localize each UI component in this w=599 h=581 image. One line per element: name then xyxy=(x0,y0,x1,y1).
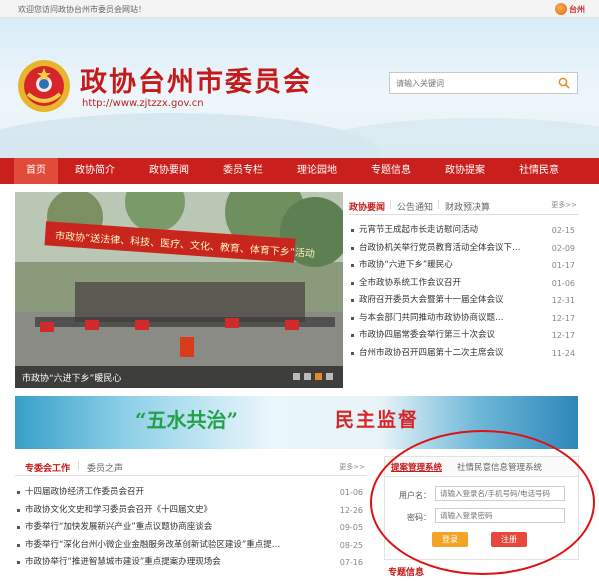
list-item[interactable]: 市政协“六进下乡”暖民心 01-17 xyxy=(349,257,579,275)
list-item[interactable]: 市政协文化文史和学习委员会召开《十四届文史》 12-26 xyxy=(15,502,367,520)
list-item[interactable]: 市政协举行“推进智慧城市建设”重点提案办理现场会 07-16 xyxy=(15,554,367,572)
search-icon[interactable] xyxy=(558,77,570,89)
nav-item-public-opinion[interactable]: 社情民意 xyxy=(502,158,576,184)
topic-info-tab[interactable]: 专题信息 xyxy=(388,565,424,578)
welcome-text: 欢迎您访问政协台州市委员会网站！ xyxy=(18,5,146,14)
news-date: 12-17 xyxy=(551,331,575,340)
nav-item-news[interactable]: 政协要闻 xyxy=(132,158,206,184)
nav-item-intro[interactable]: 政协简介 xyxy=(58,158,132,184)
news-box: 政协要闻 | 公告通知 | 财政预决算 更多>> 元宵节王成起市长走访慰问活动 0… xyxy=(349,192,579,388)
list-item[interactable]: 政府召开委员大会暨第十一届全体会议 12-31 xyxy=(349,292,579,310)
site-url[interactable]: http://www.zjtzzx.gov.cn xyxy=(82,98,204,109)
cppcc-emblem-icon xyxy=(18,60,70,112)
site-title: 政协台州市委员会 xyxy=(80,67,312,98)
news-tabs: 政协要闻 | 公告通知 | 财政预决算 xyxy=(349,197,579,215)
tab-separator: | xyxy=(437,200,441,210)
work-date: 08-25 xyxy=(339,540,363,550)
list-item[interactable]: 十四届政协经济工作委员会召开 01-06 xyxy=(15,484,367,502)
list-item[interactable]: 全市政协系统工作会议召开 01-06 xyxy=(349,275,579,293)
main-nav: 首页 政协简介 政协要闻 委员专栏 理论园地 专题信息 政协提案 社情民意 xyxy=(0,158,599,184)
event-photo: 市政协“送法律、科技、医疗、文化、教育、体育下乡”活动 xyxy=(15,192,343,388)
news-date: 02-09 xyxy=(551,243,575,253)
work-title[interactable]: 市委举行“深化台州小微企业金融服务改革创新试验区建设”重点提… xyxy=(25,540,280,550)
tab-announcements[interactable]: 公告通知 xyxy=(397,200,433,213)
news-date: 01-06 xyxy=(551,278,575,288)
news-title[interactable]: 台州市政协召开四届第十二次主席会议 xyxy=(359,348,504,358)
logo-dot-icon xyxy=(555,3,567,15)
news-date: 01-17 xyxy=(551,261,575,270)
news-date: 02-15 xyxy=(551,226,575,235)
small-logo-text: 台州 xyxy=(569,5,585,14)
work-title[interactable]: 市政协举行“推进智慧城市建设”重点提案办理现场会 xyxy=(25,557,221,567)
red-highlight-circle xyxy=(370,430,595,575)
work-title[interactable]: 十四届政协经济工作委员会召开 xyxy=(25,487,144,497)
work-date: 12-26 xyxy=(339,505,363,515)
photo-caption-bar: 市政协“六进下乡”暖民心 xyxy=(15,366,343,388)
news-title[interactable]: 市政协“六进下乡”暖民心 xyxy=(359,260,453,270)
tab-budget[interactable]: 财政预决算 xyxy=(445,200,490,213)
photo-slider[interactable]: 市政协“送法律、科技、医疗、文化、教育、体育下乡”活动 市政协“六进下乡”暖民心 xyxy=(15,192,343,388)
list-item[interactable]: 台政协机关举行党员教育活动全体会议下… 02-09 xyxy=(349,240,579,258)
nav-item-proposals[interactable]: 政协提案 xyxy=(428,158,502,184)
tab-member-voice[interactable]: 委员之声 xyxy=(87,461,123,474)
list-item[interactable]: 市委举行“深化台州小微企业金融服务改革创新试验区建设”重点提… 08-25 xyxy=(15,537,367,555)
list-item[interactable]: 市委举行“加快发展新兴产业”重点议题协商座谈会 09-05 xyxy=(15,519,367,537)
work-tabs: 专委会工作 | 委员之声 xyxy=(15,458,367,476)
list-item[interactable]: 台州市政协召开四届第十二次主席会议 11-24 xyxy=(349,345,579,363)
nav-item-members[interactable]: 委员专栏 xyxy=(206,158,280,184)
slider-dot[interactable] xyxy=(293,373,300,380)
news-list: 元宵节王成起市长走访慰问活动 02-15 台政协机关举行党员教育活动全体会议下… 0… xyxy=(349,222,579,362)
news-title[interactable]: 政府召开委员大会暨第十一届全体会议 xyxy=(359,295,504,305)
work-more-link[interactable]: 更多>> xyxy=(339,462,365,472)
news-more-link[interactable]: 更多>> xyxy=(551,200,577,210)
header-hill-decoration xyxy=(300,118,599,158)
news-date: 12-31 xyxy=(551,296,575,305)
news-title[interactable]: 市政协四届常委会举行第三十次会议 xyxy=(359,330,495,340)
work-date: 07-16 xyxy=(339,558,363,567)
list-item[interactable]: 元宵节王成起市长走访慰问活动 02-15 xyxy=(349,222,579,240)
site-header: 政协台州市委员会 http://www.zjtzzx.gov.cn xyxy=(0,18,599,158)
slider-dot[interactable] xyxy=(326,373,333,380)
news-title[interactable]: 元宵节王成起市长走访慰问活动 xyxy=(359,225,478,235)
search-input[interactable] xyxy=(390,73,550,93)
nav-item-theory[interactable]: 理论园地 xyxy=(280,158,354,184)
tab-separator: | xyxy=(389,200,393,210)
photo-caption[interactable]: 市政协“六进下乡”暖民心 xyxy=(22,371,121,384)
news-title[interactable]: 与本会部门共同推动市政协协商议题… xyxy=(359,313,504,323)
tab-cppcc-news[interactable]: 政协要闻 xyxy=(349,200,385,213)
top-bar: 欢迎您访问政协台州市委员会网站！ 台州 xyxy=(0,0,599,18)
small-logo[interactable]: 台州 xyxy=(555,2,585,16)
work-title[interactable]: 市委举行“加快发展新兴产业”重点议题协商座谈会 xyxy=(25,522,212,532)
search-box xyxy=(389,72,578,94)
nav-item-topics[interactable]: 专题信息 xyxy=(354,158,428,184)
nav-item-home[interactable]: 首页 xyxy=(14,158,58,184)
news-date: 12-17 xyxy=(551,313,575,323)
news-date: 11-24 xyxy=(551,348,575,358)
work-date: 09-05 xyxy=(339,523,363,532)
tab-committee-work[interactable]: 专委会工作 xyxy=(25,461,70,474)
slider-dot[interactable] xyxy=(304,373,311,380)
work-date: 01-06 xyxy=(339,488,363,497)
banner-right-text: 民主监督 xyxy=(335,409,420,431)
news-title[interactable]: 台政协机关举行党员教育活动全体会议下… xyxy=(359,243,521,253)
list-item[interactable]: 市政协四届常委会举行第三十次会议 12-17 xyxy=(349,327,579,345)
committee-work-box: 专委会工作 | 委员之声 更多>> 十四届政协经济工作委员会召开 01-06 市政… xyxy=(15,458,367,581)
work-list: 十四届政协经济工作委员会召开 01-06 市政协文化文史和学习委员会召开《十四届文… xyxy=(15,484,367,572)
banner-left-text: “五水共治” xyxy=(135,408,239,432)
news-title[interactable]: 全市政协系统工作会议召开 xyxy=(359,278,461,288)
slider-dots xyxy=(293,373,333,380)
list-item[interactable]: 与本会部门共同推动市政协协商议题… 12-17 xyxy=(349,310,579,328)
tab-separator: | xyxy=(77,461,81,471)
slider-dot-active[interactable] xyxy=(315,373,322,380)
work-title[interactable]: 市政协文化文史和学习委员会召开《十四届文史》 xyxy=(25,505,212,515)
